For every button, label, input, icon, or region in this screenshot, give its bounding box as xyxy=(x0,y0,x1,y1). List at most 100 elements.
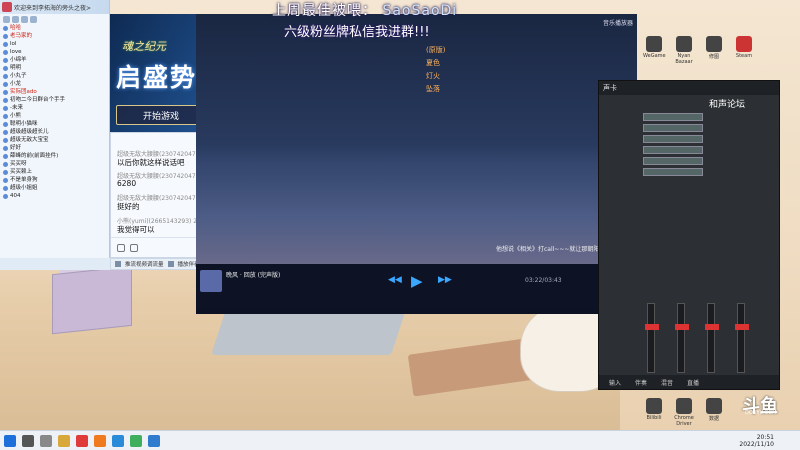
contact-status-icon xyxy=(3,65,8,71)
list-item[interactable]: 小绵羊 xyxy=(3,56,109,64)
douyu-site: DOUYU.COM xyxy=(745,410,777,416)
list-item[interactable]: 404 xyxy=(3,192,109,200)
desktop-icon[interactable]: WeGame xyxy=(643,36,666,59)
desktop-icon[interactable]: Bilibili xyxy=(643,398,665,421)
list-item[interactable]: 实际团ado xyxy=(3,88,109,96)
list-item[interactable]: 哈哈 xyxy=(3,24,109,32)
previous-icon[interactable]: ◀◀ xyxy=(388,275,402,285)
desktop-icon[interactable]: Steam xyxy=(733,36,755,59)
list-item[interactable]: 超级超级超长儿 xyxy=(3,128,109,136)
mixer-slots xyxy=(643,113,703,179)
app-icon[interactable] xyxy=(148,434,160,447)
app-icon xyxy=(706,398,722,414)
desktop-icon[interactable]: Chrome Driver xyxy=(673,398,695,427)
list-item[interactable]: 初吻二今日群台个手手 xyxy=(3,96,109,104)
task-view-icon[interactable] xyxy=(40,434,52,447)
stream-overlay-title: 上周最佳被喂： SaoSaoDi xyxy=(272,0,457,20)
stream-icon xyxy=(115,261,121,267)
list-item[interactable]: 买买呀 xyxy=(3,160,109,168)
mixer-slot[interactable] xyxy=(643,168,703,176)
contact-icon[interactable] xyxy=(3,15,10,23)
list-item[interactable]: 聪明小猫咪 xyxy=(3,120,109,128)
list-item[interactable]: 超级无敌大宝宝 xyxy=(3,136,109,144)
overlay-name: SaoSaoDi xyxy=(382,3,458,19)
lyric-line: 夏色 xyxy=(426,59,440,67)
mixer-slot[interactable] xyxy=(643,135,703,143)
contact-list: 哈哈 老马家的 lol love 小绵羊 明明小丸子 小龙 实际团ado 初吻二今日群台个手手 -… xyxy=(0,24,109,200)
lyric-line: 坠落 xyxy=(426,85,440,93)
song-title: 晚风 · 回放 (完声版) xyxy=(226,272,281,279)
album-cover[interactable] xyxy=(200,270,222,292)
mixer-fader[interactable] xyxy=(675,303,689,373)
chrome-icon[interactable] xyxy=(112,434,124,447)
comment-bubble: 他想说《相关》打call~~~就让那朝阳守 xyxy=(496,246,606,253)
mixer-slot[interactable] xyxy=(643,157,703,165)
desktop-icon[interactable]: 数据 xyxy=(703,398,725,422)
contact-label: 小丸子 xyxy=(10,73,27,79)
contact-label: -未来 xyxy=(10,105,23,111)
app-icon xyxy=(736,36,752,52)
folder-icon[interactable] xyxy=(58,434,70,447)
contact-status-icon xyxy=(3,153,8,159)
system-clock[interactable]: 20:51 2022/11/10 xyxy=(739,434,774,448)
list-item[interactable]: -未来 xyxy=(3,104,109,112)
list-item[interactable]: 薛峰的前(前面挂件) xyxy=(3,152,109,160)
mixer-slot[interactable] xyxy=(643,113,703,121)
list-item[interactable]: 小熊 xyxy=(3,112,109,120)
contact-label: love xyxy=(10,49,22,55)
mixer-fader[interactable] xyxy=(645,303,659,373)
list-item[interactable]: 老马家的 xyxy=(3,32,109,40)
next-icon[interactable]: ▶▶ xyxy=(438,275,452,285)
contact-status-icon xyxy=(3,145,8,151)
chat-app-bottom-bar xyxy=(0,258,110,270)
overlay-text: 上周最佳被喂： xyxy=(272,3,377,19)
app-icon[interactable] xyxy=(130,434,142,447)
play-icon[interactable]: ▶ xyxy=(411,272,423,290)
list-item[interactable]: love xyxy=(3,48,109,56)
avatar[interactable] xyxy=(2,2,12,12)
list-item[interactable]: 小丸子 xyxy=(3,72,109,80)
app-icon[interactable] xyxy=(76,434,88,447)
desktop-icon[interactable]: Nyan Bazaar xyxy=(673,36,695,65)
mixer-label: 伴奏 xyxy=(635,379,648,387)
search-icon[interactable] xyxy=(22,434,34,447)
playback-time: 03:22/03:43 xyxy=(525,277,562,284)
app-icon xyxy=(676,398,692,414)
contact-status-icon xyxy=(3,81,8,87)
list-item[interactable]: 不是单身狗 xyxy=(3,176,109,184)
list-item[interactable]: 买买赖上 xyxy=(3,168,109,176)
banner-logo: 魂之纪元 xyxy=(122,40,166,53)
contact-status-icon xyxy=(3,73,8,79)
windows-start-icon[interactable] xyxy=(4,434,16,447)
message-text: 以后你就这样说话吧 xyxy=(117,158,185,167)
contact-status-icon xyxy=(3,97,8,103)
contact-status-icon xyxy=(3,177,8,183)
search-icon[interactable] xyxy=(30,15,37,23)
list-item[interactable]: 好好 xyxy=(3,144,109,152)
mixer-title: 和声论坛 xyxy=(709,100,746,110)
emoji-icon[interactable] xyxy=(117,243,125,252)
play-game-button[interactable]: 开始游戏 xyxy=(116,105,206,125)
group-icon[interactable] xyxy=(12,15,19,23)
list-item[interactable]: lol xyxy=(3,40,109,48)
contact-label: 明明 xyxy=(10,65,22,71)
mixer-slot[interactable] xyxy=(643,146,703,154)
app-icon xyxy=(646,398,662,414)
message-icon[interactable] xyxy=(21,15,28,23)
contact-status-icon xyxy=(3,161,8,167)
list-item[interactable]: 小龙 xyxy=(3,80,109,88)
clock-time: 20:51 xyxy=(756,434,774,441)
contact-status-icon xyxy=(3,41,8,47)
app-icon[interactable] xyxy=(94,434,106,447)
status-item[interactable]: 推流视频调流量 xyxy=(125,260,164,268)
mixer-slot[interactable] xyxy=(643,124,703,132)
contact-label: 哈哈 xyxy=(10,25,22,31)
mixer-fader[interactable] xyxy=(735,303,749,373)
desktop-icon[interactable]: 修图 xyxy=(703,36,725,60)
app-icon xyxy=(646,36,662,52)
list-item[interactable]: 超级小姐姐 xyxy=(3,184,109,192)
list-item[interactable]: 明明 xyxy=(3,64,109,72)
player-controls: 晚风 · 回放 (完声版) ◀◀ ▶ ▶▶ 03:22/03:43 xyxy=(196,264,637,314)
mixer-fader[interactable] xyxy=(705,303,719,373)
image-icon[interactable] xyxy=(130,243,138,252)
